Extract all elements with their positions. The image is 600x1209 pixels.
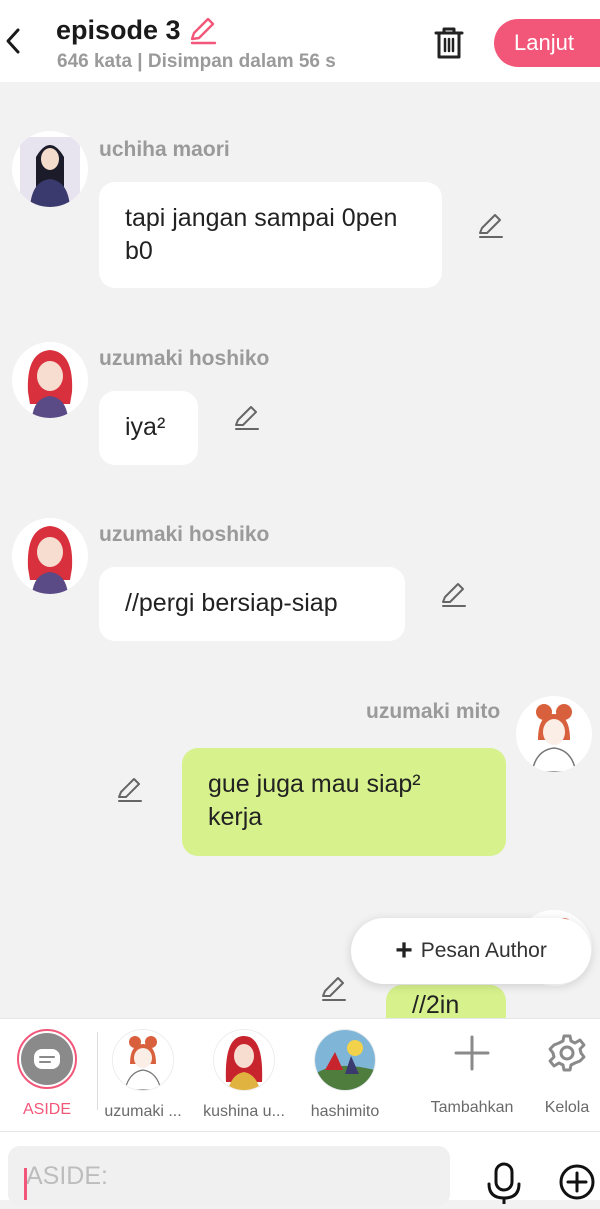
gear-icon — [547, 1033, 587, 1073]
edit-message-pencil-icon[interactable] — [115, 775, 145, 805]
message-icon — [21, 1033, 73, 1085]
message-input[interactable] — [8, 1146, 450, 1206]
avatar[interactable] — [12, 131, 88, 207]
character-label: uzumaki ... — [104, 1103, 182, 1120]
aside-avatar — [17, 1029, 77, 1089]
mic-icon[interactable] — [484, 1162, 524, 1204]
manage-button[interactable]: Kelola — [540, 1033, 594, 1117]
character-label: hashimito — [310, 1103, 380, 1120]
character-bar: ASIDE uzumaki ... kushina u... hashimito… — [0, 1018, 600, 1132]
avatar — [213, 1029, 275, 1091]
author-message-button[interactable]: + Pesan Author — [351, 918, 591, 984]
text-caret — [24, 1168, 27, 1200]
back-arrow-icon[interactable] — [2, 24, 24, 58]
edit-message-pencil-icon[interactable] — [439, 580, 469, 610]
next-button[interactable]: Lanjut — [494, 19, 600, 67]
trash-icon[interactable] — [430, 24, 468, 62]
message-bubble[interactable]: iya² — [99, 391, 198, 465]
character-hashimito[interactable]: hashimito — [305, 1029, 385, 1121]
sender-name: uzumaki mito — [366, 700, 501, 723]
character-uzumaki-mito[interactable]: uzumaki ... — [103, 1029, 183, 1121]
word-count-status: 646 kata | Disimpan dalam 56 s — [57, 51, 336, 72]
character-aside[interactable]: ASIDE — [17, 1029, 77, 1119]
avatar[interactable] — [12, 518, 88, 594]
title-row: episode 3 — [56, 12, 219, 48]
sender-name: uchiha maori — [99, 138, 230, 161]
add-circle-icon[interactable] — [558, 1163, 596, 1201]
avatar — [314, 1029, 376, 1091]
edit-message-pencil-icon[interactable] — [232, 403, 262, 433]
character-label: kushina u... — [203, 1103, 285, 1120]
plus-icon: + — [395, 934, 413, 967]
page-title: episode 3 — [56, 14, 181, 45]
avatar — [112, 1029, 174, 1091]
add-label: Tambahkan — [430, 1099, 514, 1116]
sender-name: uzumaki hoshiko — [99, 347, 270, 370]
character-label: ASIDE — [22, 1101, 71, 1118]
message-bubble[interactable]: tapi jangan sampai 0pen b0 — [99, 182, 442, 288]
author-message-label: Pesan Author — [420, 939, 547, 962]
add-character-button[interactable]: Tambahkan — [426, 1033, 518, 1117]
avatar[interactable] — [12, 342, 88, 418]
chat-area[interactable]: uchiha maori tapi jangan sampai 0pen b0 … — [0, 82, 600, 1018]
divider — [97, 1032, 98, 1110]
edit-message-pencil-icon[interactable] — [476, 211, 506, 241]
message-bubble[interactable]: //pergi bersiap-siap — [99, 567, 405, 641]
header: episode 3 646 kata | Disimpan dalam 56 s… — [0, 0, 600, 82]
character-kushina[interactable]: kushina u... — [200, 1029, 288, 1121]
sender-name: uzumaki hoshiko — [99, 523, 270, 546]
manage-label: Kelola — [544, 1099, 590, 1116]
avatar[interactable] — [516, 696, 592, 772]
plus-icon — [452, 1033, 492, 1073]
message-bubble[interactable]: //2in — [386, 985, 506, 1018]
message-bubble[interactable]: gue juga mau siap² kerja — [182, 748, 506, 856]
edit-message-pencil-icon[interactable] — [319, 974, 349, 1004]
edit-title-pencil-icon[interactable] — [187, 14, 219, 46]
